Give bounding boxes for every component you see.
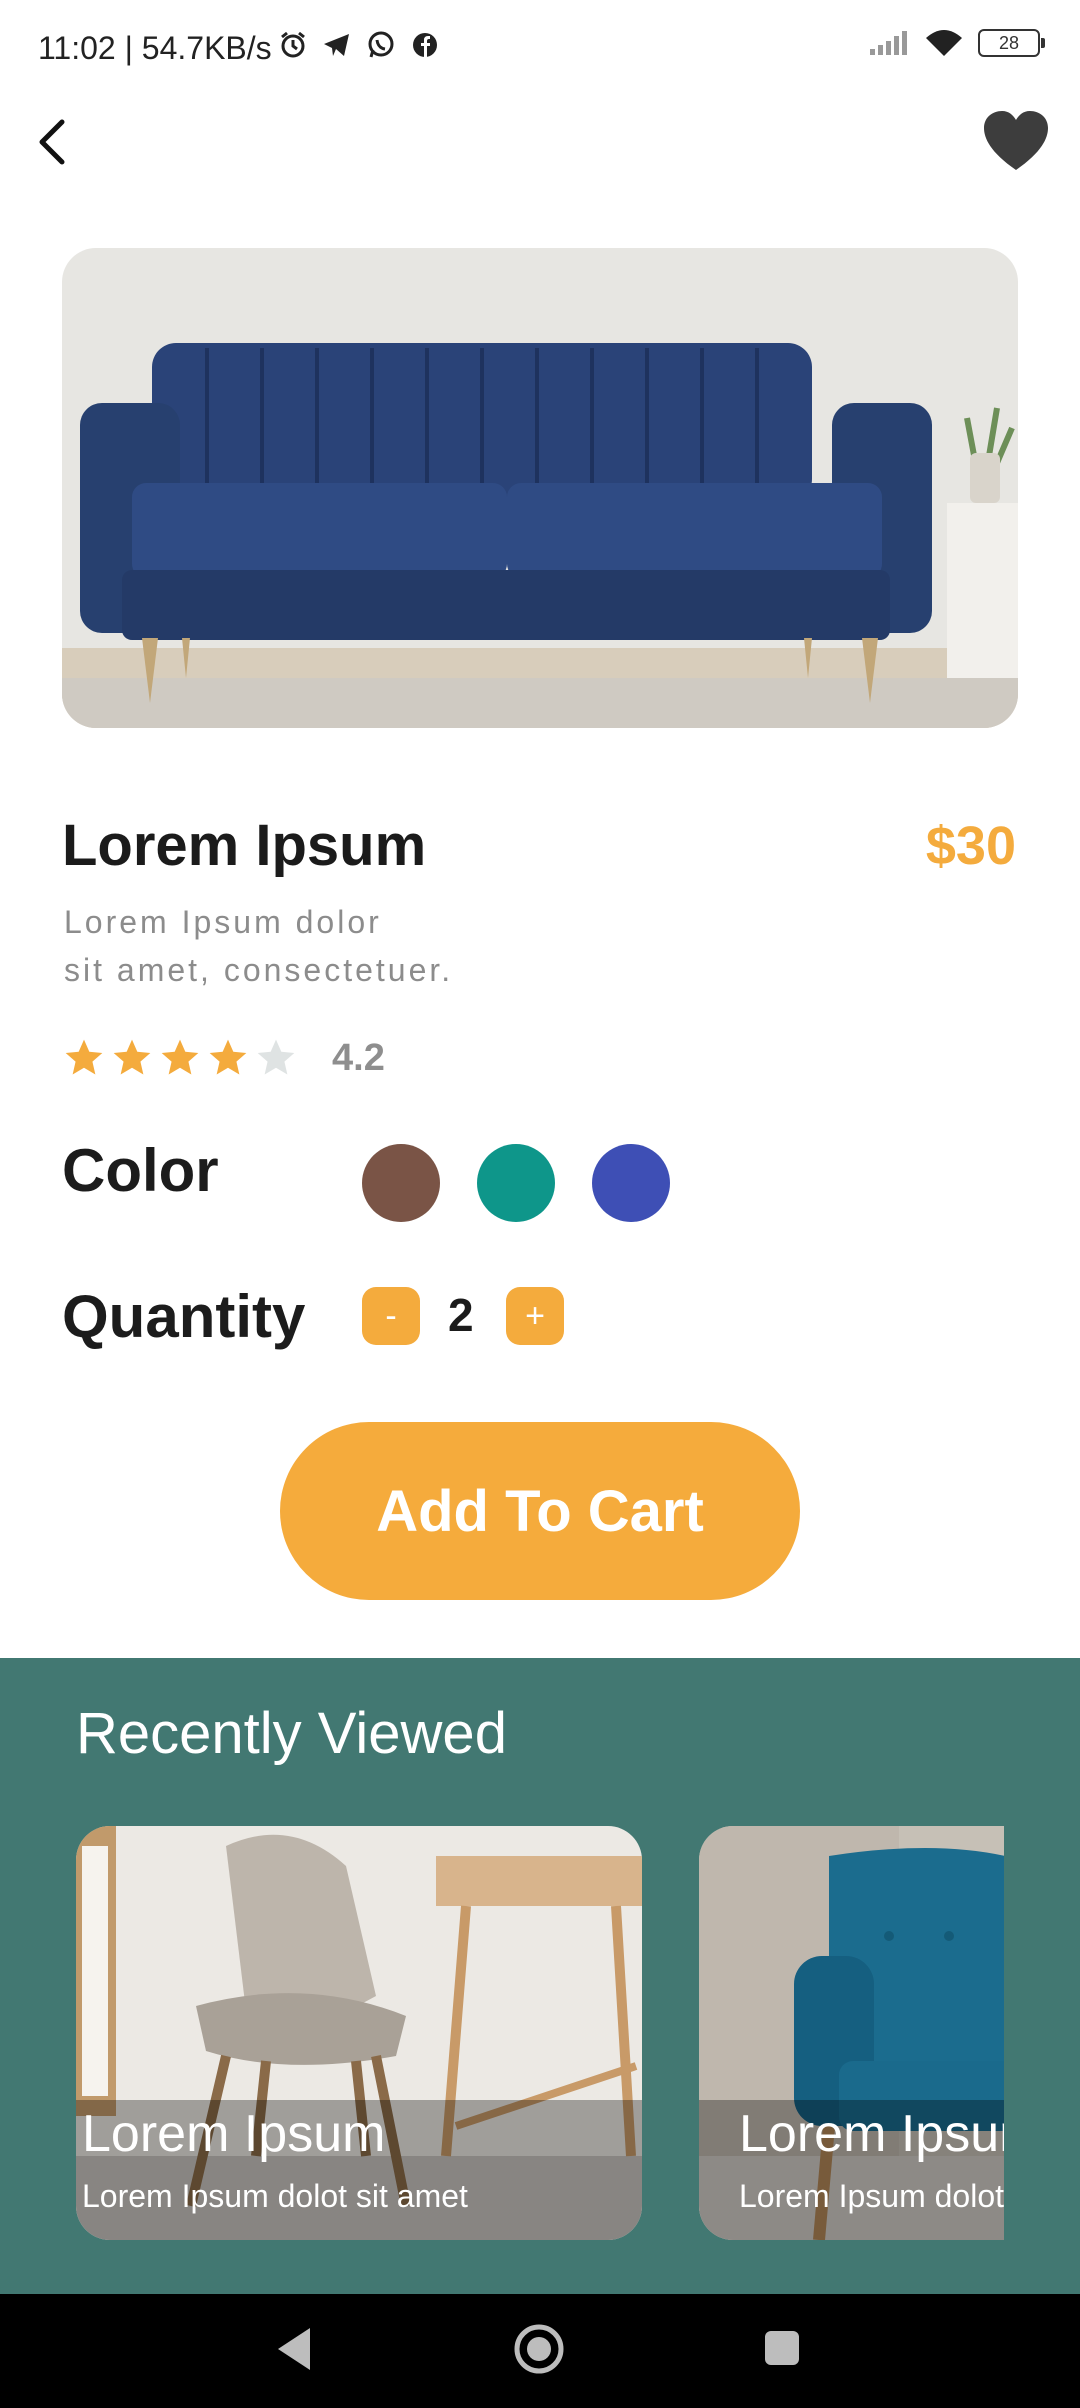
quantity-increase-button[interactable]: + — [506, 1287, 564, 1345]
color-swatch-teal[interactable] — [477, 1144, 555, 1222]
wifi-icon — [926, 30, 962, 56]
product-description: Lorem Ipsum dolor sit amet, consectetuer… — [64, 898, 664, 994]
quantity-decrease-button[interactable]: - — [362, 1287, 420, 1345]
description-line: Lorem Ipsum dolor — [64, 904, 382, 940]
quantity-value: 2 — [448, 1289, 474, 1341]
recently-viewed-list[interactable]: Lorem Ipsum Lorem Ipsum dolot sit amet L… — [76, 1826, 1004, 2240]
rating-value: 4.2 — [332, 1036, 385, 1079]
star-filled-icon — [209, 1039, 247, 1075]
telegram-icon — [324, 34, 349, 56]
recently-viewed-title: Recently Viewed — [76, 1701, 507, 1766]
system-navigation-bar — [0, 2294, 1080, 2408]
star-filled-icon — [161, 1039, 199, 1075]
battery-icon: 28 — [978, 29, 1045, 57]
product-title: Lorem Ipsum — [62, 813, 427, 878]
favorite-button[interactable] — [980, 108, 1052, 176]
status-time: 11:02 | 54.7KB/s — [38, 30, 272, 66]
color-swatch-brown[interactable] — [362, 1144, 440, 1222]
card-subtitle: Lorem Ipsum dolot sit amet — [739, 2178, 1004, 2214]
rating-stars — [62, 1036, 298, 1080]
star-filled-icon — [113, 1039, 151, 1075]
card-title: Lorem Ipsum — [739, 2105, 1004, 2163]
color-label: Color — [62, 1137, 219, 1204]
recents-square-icon[interactable] — [762, 2328, 802, 2368]
product-price: $30 — [925, 816, 1016, 876]
star-filled-icon — [65, 1039, 103, 1075]
card-title: Lorem Ipsum — [82, 2105, 386, 2163]
rating: 4.2 — [62, 1036, 385, 1080]
recent-card[interactable]: Lorem Ipsum Lorem Ipsum dolot sit amet — [699, 1826, 1004, 2240]
heart-icon — [984, 111, 1048, 170]
quantity-label: Quantity — [62, 1283, 306, 1350]
alarm-icon — [281, 31, 305, 58]
sofa-image — [62, 248, 1018, 728]
whatsapp-icon — [368, 31, 394, 58]
product-image — [62, 248, 1018, 728]
facebook-icon — [413, 33, 437, 57]
add-to-cart-button[interactable]: Add To Cart — [280, 1422, 800, 1600]
star-empty-icon — [257, 1039, 295, 1075]
back-triangle-icon[interactable] — [272, 2324, 316, 2374]
card-subtitle: Lorem Ipsum dolot sit amet — [82, 2178, 468, 2214]
home-circle-icon[interactable] — [512, 2322, 566, 2376]
back-button[interactable] — [28, 110, 84, 174]
system-status-icons: 28 — [868, 28, 1045, 58]
status-bar: 11:02 | 54.7KB/s 28 — [0, 0, 1080, 100]
color-swatch-blue[interactable] — [592, 1144, 670, 1222]
signal-icon — [870, 31, 907, 55]
description-line: sit amet, consectetuer. — [64, 952, 454, 988]
recent-card[interactable]: Lorem Ipsum Lorem Ipsum dolot sit amet — [76, 1826, 642, 2240]
notification-icons — [278, 30, 440, 60]
back-arrow-icon — [39, 119, 65, 165]
